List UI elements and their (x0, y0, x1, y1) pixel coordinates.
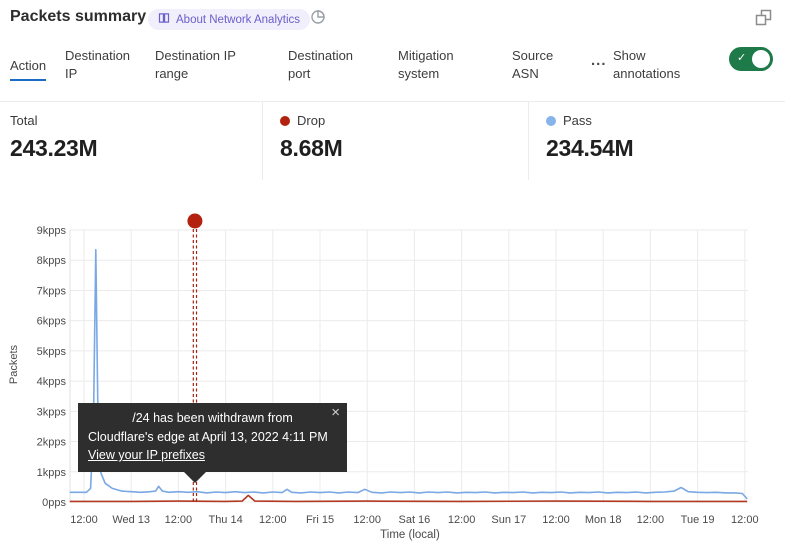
x-tick-label: 12:00 (731, 514, 759, 526)
y-tick-label: 9kpps (37, 225, 67, 237)
y-tick-label: 3kpps (37, 406, 67, 418)
x-tick-label: 12:00 (165, 514, 193, 526)
tooltip-caret (184, 472, 206, 483)
view-ip-prefixes-link[interactable]: View your IP prefixes (88, 446, 205, 465)
x-tick-label: 12:00 (448, 514, 476, 526)
drop-line (70, 495, 747, 501)
y-axis-title: Packets (8, 337, 20, 392)
y-tick-label: 1kpps (37, 467, 67, 479)
annotation-marker-dot (187, 214, 202, 229)
close-icon[interactable]: × (331, 405, 340, 420)
x-tick-label: Sun 17 (491, 514, 526, 526)
x-tick-label: Wed 13 (112, 514, 150, 526)
packets-summary-panel: Packets summary About Network Analytics … (0, 0, 785, 555)
y-tick-label: 6kpps (37, 316, 67, 328)
x-tick-label: Sat 16 (398, 514, 430, 526)
y-tick-label: 0pps (42, 497, 66, 509)
packets-chart-canvas[interactable]: 0pps 1kpps 2kpps 3kpps 4kpps 5kpps 6kpps 7kpps 8… (0, 0, 785, 555)
tooltip-line1: /24 has been withdrawn from (88, 409, 337, 428)
annotation-tooltip: × /24 has been withdrawn from Cloudflare… (78, 403, 347, 472)
x-tick-label: 12:00 (542, 514, 570, 526)
x-tick-label: Tue 19 (681, 514, 715, 526)
x-axis-title: Time (local) (0, 529, 785, 541)
x-tick-label: 12:00 (70, 514, 98, 526)
y-tick-label: 2kpps (37, 437, 67, 449)
x-tick-label: Thu 14 (208, 514, 242, 526)
tooltip-line2: Cloudflare's edge at April 13, 2022 4:11… (88, 428, 337, 447)
x-tick-label: 12:00 (259, 514, 287, 526)
y-tick-label: 5kpps (37, 346, 67, 358)
y-tick-label: 8kpps (37, 255, 67, 267)
x-tick-label: Mon 18 (585, 514, 622, 526)
x-tick-label: 12:00 (637, 514, 665, 526)
x-tick-label: Fri 15 (306, 514, 334, 526)
x-tick-label: 12:00 (353, 514, 381, 526)
y-tick-label: 7kpps (37, 285, 67, 297)
y-tick-label: 4kpps (37, 376, 67, 388)
